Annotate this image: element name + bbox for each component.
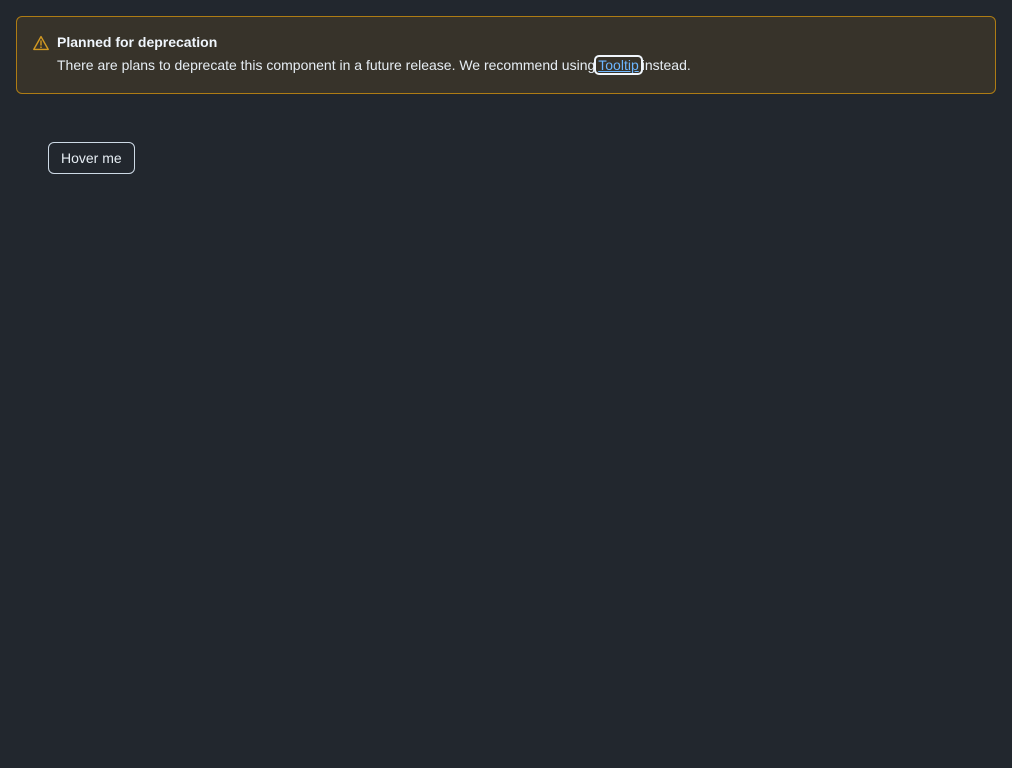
tooltip-link[interactable]: Tooltip <box>594 55 643 75</box>
banner-message-before: There are plans to deprecate this compon… <box>57 57 596 73</box>
alert-triangle-icon <box>33 35 49 51</box>
banner-message-after: instead. <box>641 57 691 73</box>
deprecation-warning-banner: Planned for deprecation There are plans … <box>16 16 996 94</box>
page: Planned for deprecation There are plans … <box>0 0 1012 768</box>
banner-body: Planned for deprecation There are plans … <box>57 33 691 75</box>
hover-me-button[interactable]: Hover me <box>48 142 135 174</box>
banner-title: Planned for deprecation <box>57 34 218 50</box>
banner-message: There are plans to deprecate this compon… <box>57 55 691 75</box>
